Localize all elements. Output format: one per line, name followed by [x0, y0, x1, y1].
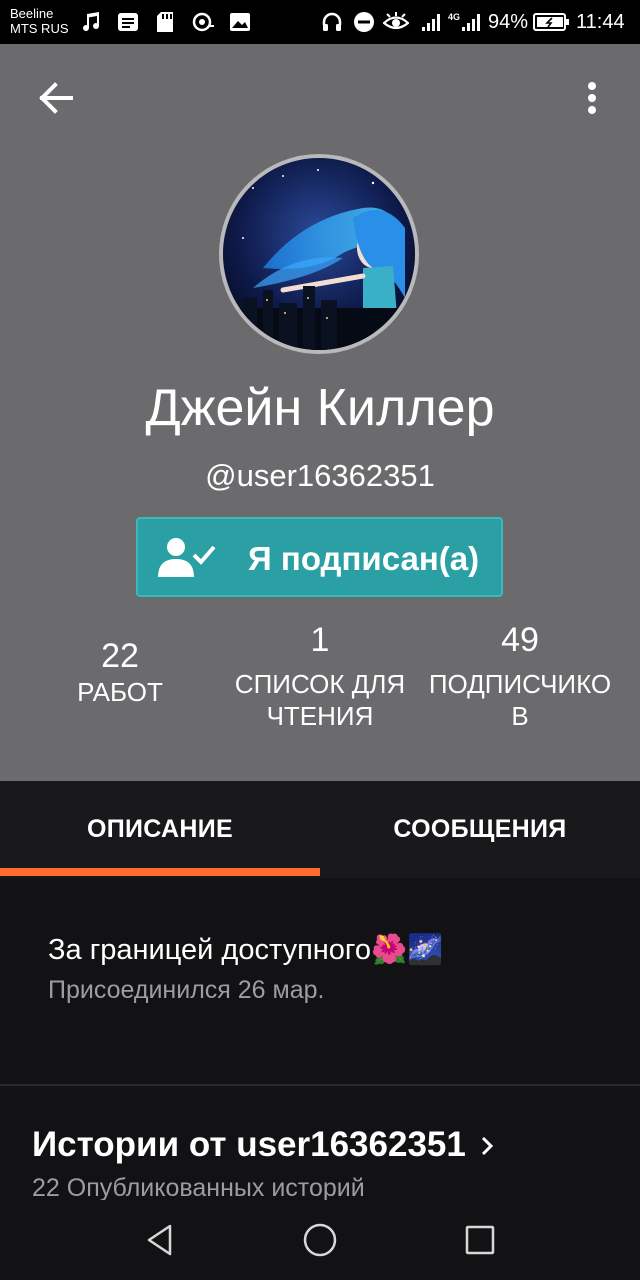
signal-icon — [420, 10, 444, 34]
joined-date: Присоединился 26 мар. — [48, 976, 325, 1004]
headphones-icon — [320, 10, 344, 34]
eye-icon — [382, 10, 410, 34]
follow-button[interactable]: Я подписан(а) — [136, 517, 503, 597]
stat-followers[interactable]: 49 ПОДПИСЧИКО В — [420, 621, 620, 732]
description-text: За границей доступного🌺🌌 — [48, 932, 443, 968]
more-vert-icon — [588, 82, 596, 114]
home-circle-icon — [303, 1223, 337, 1257]
stat-reading-lists-label-1: СПИСОК ДЛЯ — [234, 669, 406, 699]
back-button[interactable] — [32, 74, 80, 122]
follow-button-label: Я подписан(а) — [248, 540, 480, 577]
do-not-disturb-icon — [352, 10, 376, 34]
arrow-left-icon — [39, 82, 73, 114]
stat-reading-lists[interactable]: 1 СПИСОК ДЛЯ ЧТЕНИЯ — [220, 621, 420, 732]
battery-percent: 94% — [488, 11, 529, 33]
stat-followers-label-2: В — [511, 701, 529, 731]
stat-works-label: РАБОТ — [77, 677, 163, 707]
active-tab-indicator — [0, 868, 320, 876]
sd-card-icon — [154, 10, 176, 34]
profile-username: @user16362351 — [205, 458, 435, 493]
4g-signal-icon: 4G — [448, 10, 482, 34]
stat-reading-lists-label-2: ЧТЕНИЯ — [266, 701, 374, 731]
tab-messages[interactable]: СООБЩЕНИЯ — [320, 781, 640, 878]
stat-followers-value: 49 — [501, 621, 539, 659]
avatar[interactable] — [219, 154, 419, 354]
nav-recents-button[interactable] — [456, 1216, 504, 1264]
stat-reading-lists-value: 1 — [310, 621, 330, 659]
tab-description[interactable]: ОПИСАНИЕ — [0, 781, 320, 878]
back-triangle-icon — [147, 1224, 172, 1256]
stat-works-value: 22 — [101, 637, 139, 675]
stat-followers-label-1: ПОДПИСЧИКО — [428, 669, 612, 699]
profile-name: Джейн Киллер — [145, 379, 495, 437]
person-check-icon — [158, 538, 216, 577]
description-text-body: За границей доступного — [48, 934, 371, 966]
description-section: За границей доступного🌺🌌 Присоединился 2… — [0, 878, 640, 1086]
stat-works[interactable]: 22 РАБОТ — [40, 636, 200, 708]
music-note-icon — [80, 10, 102, 34]
recents-square-icon — [465, 1225, 495, 1255]
battery-icon — [532, 10, 570, 34]
svg-text:4G: 4G — [448, 12, 460, 22]
status-bar: Beeline MTS RUS 4G 94% 11:44 — [0, 0, 640, 44]
profile-tabs: ОПИСАНИЕ СООБЩЕНИЯ — [0, 781, 640, 878]
nav-home-button[interactable] — [296, 1216, 344, 1264]
message-icon — [116, 10, 140, 34]
carrier-name: Beeline MTS RUS — [10, 6, 69, 36]
clock: 11:44 — [576, 11, 625, 33]
sync-icon — [190, 10, 216, 34]
carrier-line-1: Beeline — [10, 6, 54, 21]
system-nav-bar — [0, 1200, 640, 1280]
nav-back-button[interactable] — [136, 1216, 184, 1264]
chevron-right-icon[interactable] — [476, 1128, 500, 1164]
profile-header: Джейн Киллер @user16362351 Я подписан(а)… — [0, 44, 640, 781]
description-emoji: 🌺🌌 — [371, 934, 444, 966]
carrier-line-2: MTS RUS — [10, 21, 69, 36]
stories-title[interactable]: Истории от user16362351 — [32, 1124, 466, 1166]
avatar-image — [223, 158, 415, 350]
more-options-button[interactable] — [568, 74, 616, 122]
image-icon — [228, 10, 252, 34]
